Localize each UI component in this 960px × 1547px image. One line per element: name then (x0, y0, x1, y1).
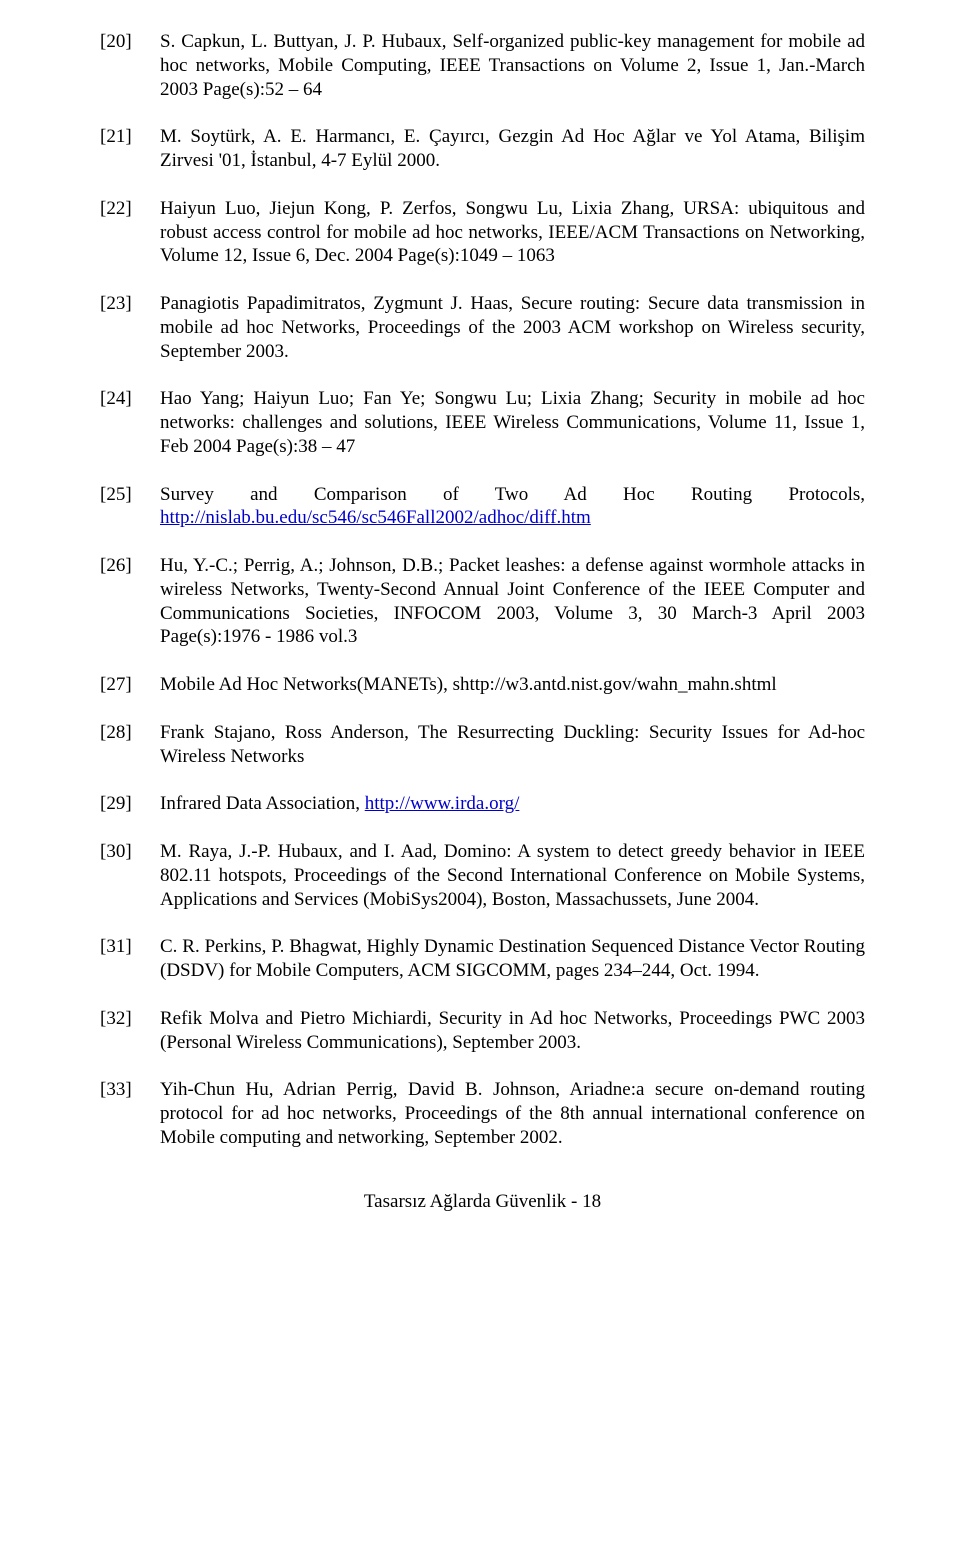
reference-text: Refik Molva and Pietro Michiardi, Securi… (160, 1007, 865, 1055)
reference-number: [23] (100, 292, 160, 316)
reference-number: [33] (100, 1078, 160, 1102)
reference-link[interactable]: http://www.irda.org/ (365, 793, 520, 814)
reference-pre-text: Survey and Comparison of Two Ad Hoc Rout… (160, 484, 865, 505)
reference-text: Yih-Chun Hu, Adrian Perrig, David B. Joh… (160, 1078, 865, 1149)
reference-item: [32]Refik Molva and Pietro Michiardi, Se… (100, 1007, 865, 1055)
reference-item: [29]Infrared Data Association, http://ww… (100, 792, 865, 816)
reference-item: [24]Hao Yang; Haiyun Luo; Fan Ye; Songwu… (100, 387, 865, 458)
reference-item: [23]Panagiotis Papadimitratos, Zygmunt J… (100, 292, 865, 363)
reference-item: [27]Mobile Ad Hoc Networks(MANETs), shtt… (100, 673, 865, 697)
reference-number: [20] (100, 30, 160, 54)
reference-number: [22] (100, 197, 160, 221)
page-footer: Tasarsız Ağlarda Güvenlik - 18 (100, 1190, 865, 1214)
reference-number: [26] (100, 554, 160, 578)
reference-text: Panagiotis Papadimitratos, Zygmunt J. Ha… (160, 292, 865, 363)
reference-item: [26]Hu, Y.-C.; Perrig, A.; Johnson, D.B.… (100, 554, 865, 649)
reference-link[interactable]: http://nislab.bu.edu/sc546/sc546Fall2002… (160, 507, 591, 528)
reference-text: C. R. Perkins, P. Bhagwat, Highly Dynami… (160, 935, 865, 983)
reference-item: [33]Yih-Chun Hu, Adrian Perrig, David B.… (100, 1078, 865, 1149)
reference-text: M. Soytürk, A. E. Harmancı, E. Çayırcı, … (160, 125, 865, 173)
reference-text: Hao Yang; Haiyun Luo; Fan Ye; Songwu Lu;… (160, 387, 865, 458)
reference-item: [21]M. Soytürk, A. E. Harmancı, E. Çayır… (100, 125, 865, 173)
reference-text: S. Capkun, L. Buttyan, J. P. Hubaux, Sel… (160, 30, 865, 101)
reference-item: [28]Frank Stajano, Ross Anderson, The Re… (100, 721, 865, 769)
reference-number: [24] (100, 387, 160, 411)
reference-text: Survey and Comparison of Two Ad Hoc Rout… (160, 483, 865, 531)
reference-text: Hu, Y.-C.; Perrig, A.; Johnson, D.B.; Pa… (160, 554, 865, 649)
reference-item: [30]M. Raya, J.-P. Hubaux, and I. Aad, D… (100, 840, 865, 911)
reference-number: [27] (100, 673, 160, 697)
reference-pre-text: Infrared Data Association, (160, 793, 365, 814)
reference-number: [29] (100, 792, 160, 816)
reference-text: M. Raya, J.-P. Hubaux, and I. Aad, Domin… (160, 840, 865, 911)
reference-item: [31]C. R. Perkins, P. Bhagwat, Highly Dy… (100, 935, 865, 983)
reference-item: [22]Haiyun Luo, Jiejun Kong, P. Zerfos, … (100, 197, 865, 268)
reference-number: [32] (100, 1007, 160, 1031)
reference-text: Mobile Ad Hoc Networks(MANETs), shttp://… (160, 673, 865, 697)
reference-number: [30] (100, 840, 160, 864)
reference-number: [28] (100, 721, 160, 745)
reference-number: [31] (100, 935, 160, 959)
reference-text: Infrared Data Association, http://www.ir… (160, 792, 865, 816)
reference-item: [25]Survey and Comparison of Two Ad Hoc … (100, 483, 865, 531)
reference-text: Haiyun Luo, Jiejun Kong, P. Zerfos, Song… (160, 197, 865, 268)
reference-number: [25] (100, 483, 160, 507)
reference-number: [21] (100, 125, 160, 149)
reference-text: Frank Stajano, Ross Anderson, The Resurr… (160, 721, 865, 769)
reference-item: [20]S. Capkun, L. Buttyan, J. P. Hubaux,… (100, 30, 865, 101)
references-list: [20]S. Capkun, L. Buttyan, J. P. Hubaux,… (100, 30, 865, 1150)
